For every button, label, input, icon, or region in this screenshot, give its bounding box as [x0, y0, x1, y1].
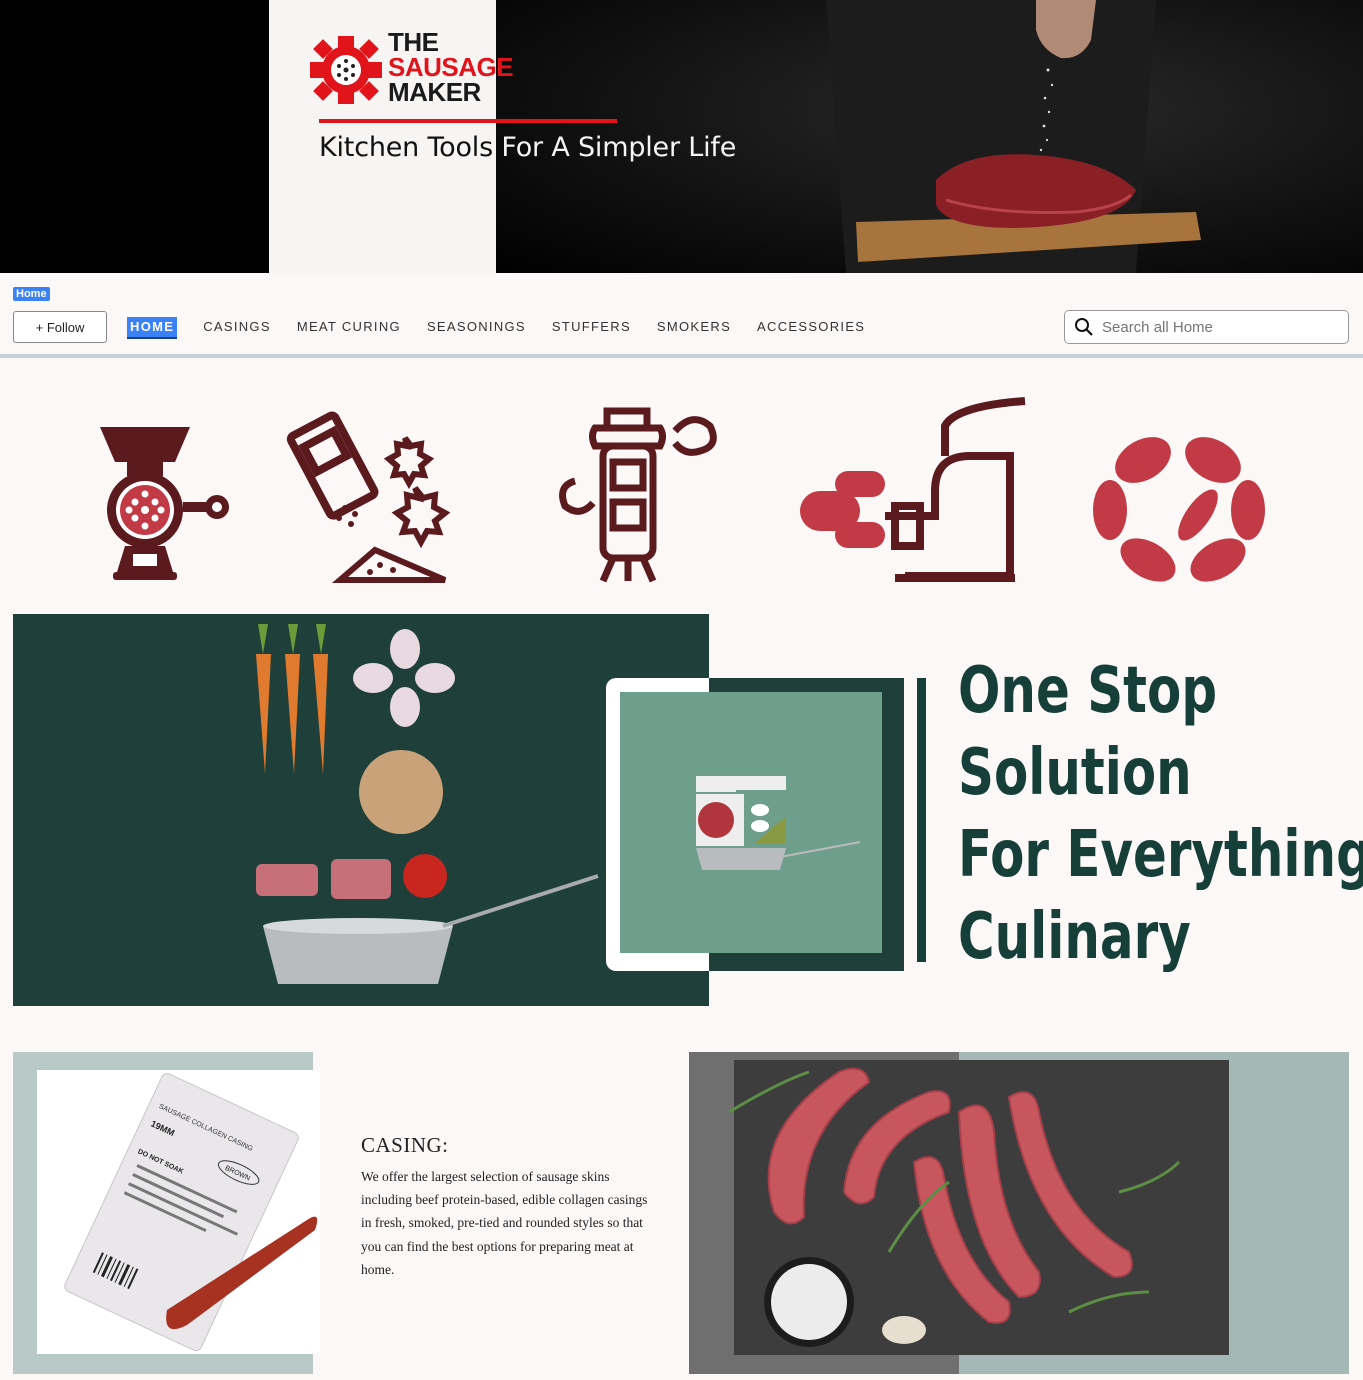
inset-image — [620, 692, 882, 953]
store-nav: HOME CASINGS MEAT CURING SEASONINGS STUF… — [127, 317, 891, 339]
casing-package-illustration: SAUSAGE COLLAGEN CASING 19MM BROWN DO NO… — [64, 1073, 318, 1352]
smoker-icon[interactable] — [545, 406, 725, 586]
hero-tagline: Kitchen Tools For A Simpler Life — [319, 132, 736, 163]
headline-line-2: Solution — [958, 736, 1192, 810]
logo-line-3: MAKER — [388, 77, 481, 107]
meat-grinder-icon[interactable] — [95, 422, 235, 587]
casing-product-image[interactable]: SAUSAGE COLLAGEN CASING 19MM BROWN DO NO… — [37, 1070, 320, 1354]
grinder-plate-icon — [310, 36, 382, 104]
tagline-light: For A Simpler Life — [492, 132, 737, 163]
headline-line-4: Culinary — [958, 900, 1191, 974]
tagline-dark: Kitchen Tools — [319, 132, 493, 163]
one-stop-headline: One Stop Solution For Everything Culinar… — [958, 650, 1363, 978]
falling-ingredients-illustration — [256, 624, 599, 984]
breadcrumb[interactable]: Home — [13, 287, 50, 301]
nav-stuffers[interactable]: STUFFERS — [552, 317, 631, 339]
nav-accessories[interactable]: ACCESSORIES — [757, 317, 865, 339]
nav-meat-curing[interactable]: MEAT CURING — [297, 317, 401, 339]
headline-line-3: For Everything — [958, 818, 1363, 892]
accent-bar — [917, 678, 926, 962]
search-box[interactable] — [1064, 310, 1349, 344]
search-input[interactable] — [1102, 318, 1332, 336]
logo-divider — [319, 119, 617, 123]
ingredients-image — [13, 614, 709, 1006]
casing-title: CASING: — [361, 1133, 449, 1157]
sausage-stuffer-icon[interactable] — [795, 396, 1035, 586]
nav-smokers[interactable]: SMOKERS — [657, 317, 731, 339]
sausage-image — [689, 1052, 1349, 1374]
seasoning-shaker-icon[interactable] — [285, 410, 455, 585]
mini-pan-illustration — [696, 776, 861, 870]
follow-button[interactable]: + Follow — [13, 311, 107, 343]
headline-line-1: One Stop — [958, 654, 1218, 728]
hero-banner: THE SAUSAGE MAKER Kitchen Tools For A Si… — [0, 0, 1363, 273]
casing-description: We offer the largest selection of sausag… — [361, 1169, 648, 1277]
logo-wordmark: THE SAUSAGE MAKER — [388, 29, 514, 107]
category-icon-row — [0, 358, 1363, 614]
nav-seasonings[interactable]: SEASONINGS — [427, 317, 526, 339]
nav-casings[interactable]: CASINGS — [203, 317, 271, 339]
sausages-on-slate-illustration — [689, 1052, 1349, 1374]
brand-logo[interactable]: THE SAUSAGE MAKER — [308, 29, 528, 110]
search-icon[interactable] — [1074, 317, 1094, 337]
nav-home[interactable]: HOME — [127, 317, 178, 339]
sausage-link-icon[interactable] — [1088, 430, 1268, 585]
